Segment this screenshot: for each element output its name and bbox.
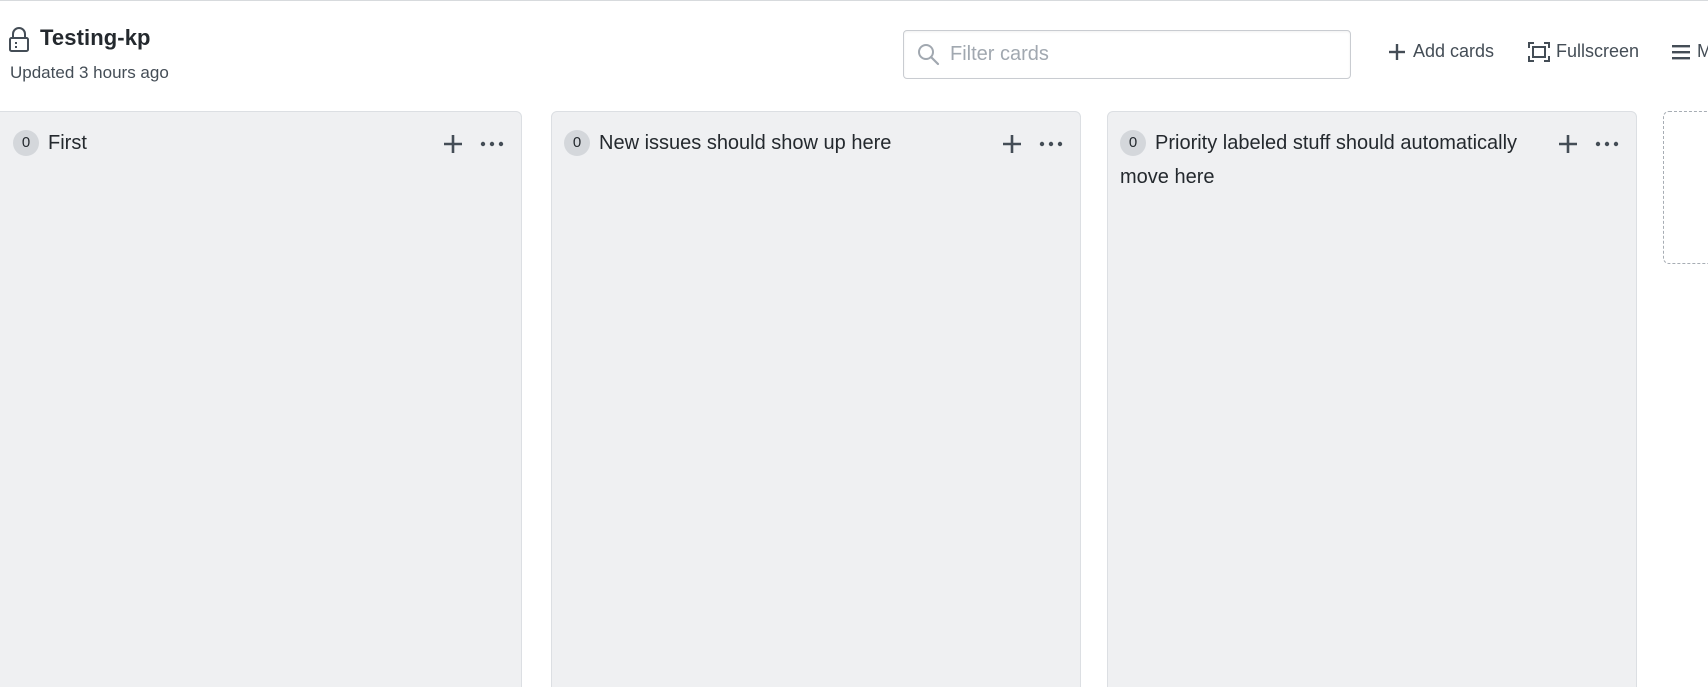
column-card-count: 0: [1120, 130, 1146, 156]
column-card-count: 0: [564, 130, 590, 156]
add-card-plus-icon[interactable]: [1556, 132, 1580, 156]
column-title[interactable]: Priority labeled stuff should automatica…: [1120, 132, 1517, 188]
project-column: 0 New issues should show up here: [551, 111, 1081, 687]
hamburger-menu-icon: [1672, 44, 1690, 59]
search-icon: [918, 44, 940, 66]
column-card-count: 0: [13, 130, 39, 156]
column-header: 0 Priority labeled stuff should automatic…: [1120, 126, 1530, 194]
column-title[interactable]: New issues should show up here: [599, 132, 891, 154]
board-title[interactable]: Testing-kp: [40, 25, 151, 51]
plus-icon: [1389, 43, 1405, 60]
column-header: 0 New issues should show up here: [564, 126, 974, 160]
column-more-ellipsis-icon[interactable]: [479, 132, 505, 156]
column-header: 0 First: [13, 126, 423, 160]
add-column-placeholder[interactable]: [1663, 111, 1708, 264]
menu-button[interactable]: M: [1671, 41, 1708, 62]
column-more-ellipsis-icon[interactable]: [1594, 132, 1620, 156]
add-card-plus-icon[interactable]: [441, 132, 465, 156]
column-title[interactable]: First: [48, 132, 87, 154]
add-card-plus-icon[interactable]: [1000, 132, 1024, 156]
filter-cards-input[interactable]: [950, 31, 1340, 78]
project-column: 0 Priority labeled stuff should automatic…: [1107, 111, 1637, 687]
fullscreen-icon: [1528, 41, 1550, 62]
board-header: Testing-kp Updated 3 hours ago Add cards…: [0, 1, 1708, 111]
board-updated-timestamp: Updated 3 hours ago: [10, 63, 169, 82]
fullscreen-button[interactable]: Fullscreen: [1528, 41, 1639, 62]
add-cards-button[interactable]: Add cards: [1387, 41, 1494, 62]
filter-cards-box[interactable]: [903, 30, 1351, 79]
lock-icon: [9, 27, 29, 52]
project-board-page: Testing-kp Updated 3 hours ago Add cards…: [0, 0, 1708, 687]
column-more-ellipsis-icon[interactable]: [1038, 132, 1064, 156]
add-cards-label: Add cards: [1413, 41, 1495, 61]
project-column: 0 First: [0, 111, 522, 687]
menu-label: M: [1697, 41, 1708, 62]
fullscreen-label: Fullscreen: [1556, 41, 1640, 61]
